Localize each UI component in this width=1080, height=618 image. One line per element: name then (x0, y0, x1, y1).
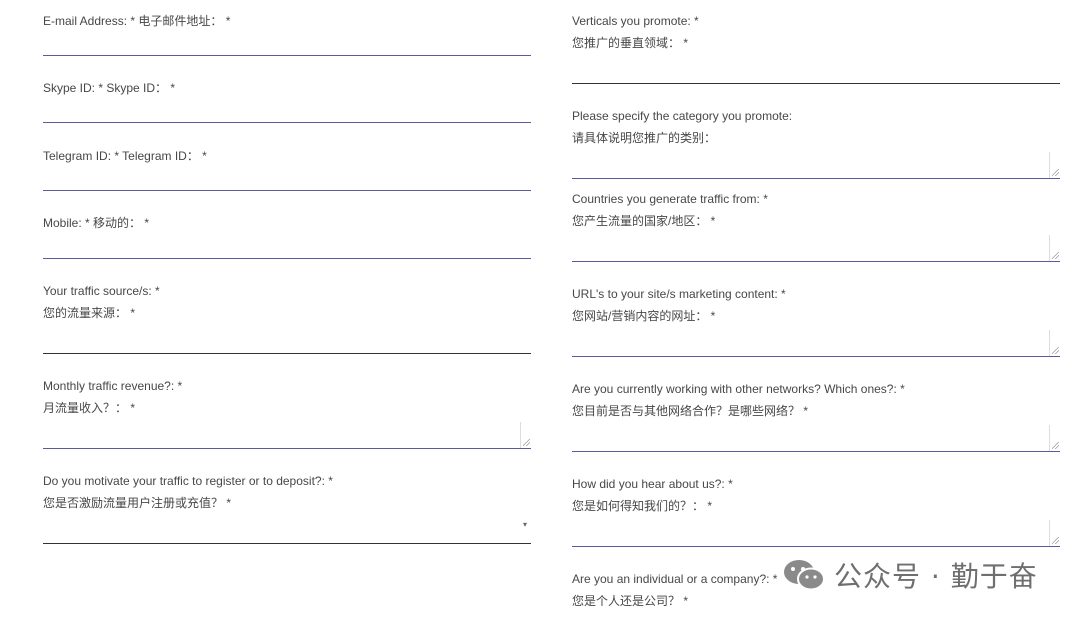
monthly-revenue-resize-handle[interactable] (520, 422, 531, 448)
monthly-revenue-label-cn: 月流量收入？： * (43, 401, 136, 415)
email-input[interactable] (43, 55, 531, 56)
traffic-source-input[interactable] (43, 353, 531, 354)
category-field: Please specify the category you promote:… (572, 109, 1060, 179)
verticals-field: Verticals you promote: * 您推广的垂直领域： * (572, 14, 1060, 84)
networks-label-cn: 您目前是否与其他网络合作？是哪些网络？ * (572, 404, 809, 418)
mobile-label: Mobile: * 移动的： * (43, 216, 150, 230)
heard-about-field: How did you hear about us?: * 您是如何得知我们的？… (572, 477, 1060, 547)
monthly-revenue-input[interactable] (43, 448, 531, 449)
countries-input[interactable] (572, 261, 1060, 262)
motivate-field: Do you motivate your traffic to register… (43, 474, 531, 544)
select-caret-icon[interactable]: ▾ (523, 520, 527, 529)
skype-label: Skype ID: * Skype ID： * (43, 81, 176, 95)
urls-input[interactable] (572, 356, 1060, 357)
email-label: E-mail Address: * 电子邮件地址： * (43, 14, 231, 28)
urls-label-cn: 您网站/营销内容的网址： * (572, 309, 716, 323)
category-label: Please specify the category you promote: (572, 109, 793, 123)
traffic-source-field: Your traffic source/s: * 您的流量来源： * (43, 284, 531, 354)
countries-label: Countries you generate traffic from: * (572, 192, 768, 206)
monthly-revenue-field: Monthly traffic revenue?: * 月流量收入？： * (43, 379, 531, 449)
category-input[interactable] (572, 178, 1060, 179)
telegram-label: Telegram ID: * Telegram ID： * (43, 149, 207, 163)
motivate-label-cn: 您是否激励流量用户注册或充值？ * (43, 496, 232, 510)
watermark-text: 公众号 · 勤于奋 (834, 560, 1038, 593)
urls-resize-handle[interactable] (1049, 330, 1060, 356)
networks-label: Are you currently working with other net… (572, 382, 905, 396)
monthly-revenue-label: Monthly traffic revenue?: * (43, 379, 183, 393)
traffic-source-label: Your traffic source/s: * (43, 284, 160, 298)
urls-label: URL's to your site/s marketing content: … (572, 287, 786, 301)
motivate-label: Do you motivate your traffic to register… (43, 474, 333, 488)
mobile-field: Mobile: * 移动的： * (43, 216, 531, 259)
heard-about-resize-handle[interactable] (1049, 520, 1060, 546)
category-resize-handle[interactable] (1049, 152, 1060, 178)
motivate-select[interactable] (43, 543, 531, 544)
countries-field: Countries you generate traffic from: * 您… (572, 192, 1060, 262)
networks-field: Are you currently working with other net… (572, 382, 1060, 452)
traffic-source-label-cn: 您的流量来源： * (43, 306, 136, 320)
telegram-field: Telegram ID: * Telegram ID： * (43, 149, 531, 191)
verticals-input[interactable] (572, 83, 1060, 84)
watermark: 公众号 · 勤于奋 (782, 557, 1038, 593)
wechat-icon (784, 560, 825, 591)
urls-field: URL's to your site/s marketing content: … (572, 287, 1060, 357)
email-field: E-mail Address: * 电子邮件地址： * (43, 14, 531, 56)
heard-about-label: How did you hear about us?: * (572, 477, 733, 491)
countries-label-cn: 您产生流量的国家/地区： * (572, 214, 716, 228)
verticals-label-cn: 您推广的垂直领域： * (572, 36, 689, 50)
countries-resize-handle[interactable] (1049, 235, 1060, 261)
verticals-label: Verticals you promote: * (572, 14, 699, 28)
heard-about-label-cn: 您是如何得知我们的？： * (572, 499, 713, 513)
individual-company-label-cn: 您是个人还是公司？ * (572, 594, 689, 608)
networks-input[interactable] (572, 451, 1060, 452)
mobile-input[interactable] (43, 258, 531, 259)
skype-input[interactable] (43, 122, 531, 123)
networks-resize-handle[interactable] (1049, 425, 1060, 451)
telegram-input[interactable] (43, 190, 531, 191)
category-label-cn: 请具体说明您推广的类别： (572, 131, 717, 145)
heard-about-input[interactable] (572, 546, 1060, 547)
skype-field: Skype ID: * Skype ID： * (43, 81, 531, 123)
